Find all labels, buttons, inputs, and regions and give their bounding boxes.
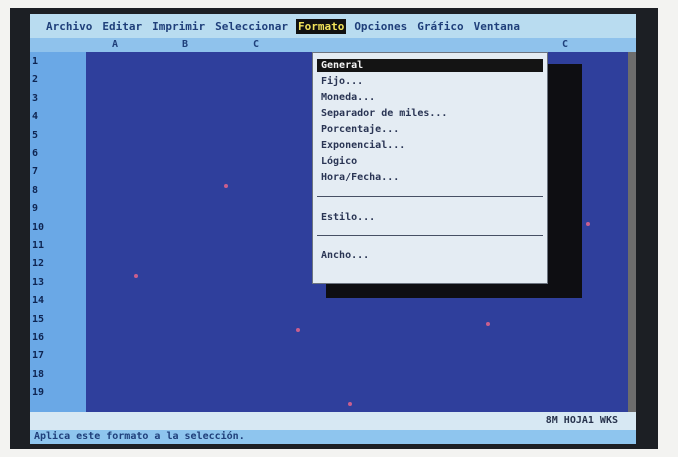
cell-dot (348, 402, 352, 406)
row-number[interactable]: 1 (32, 56, 38, 67)
menu-item-fixed[interactable]: Fijo... (317, 75, 543, 88)
row-number[interactable]: 5 (32, 130, 38, 141)
menu-item-style[interactable]: Estilo... (317, 211, 543, 224)
menu-imprimir[interactable]: Imprimir (150, 19, 207, 34)
menu-editar[interactable]: Editar (100, 19, 144, 34)
row-number[interactable]: 2 (32, 74, 38, 85)
status-bar: 8M HOJA1 WKS (30, 412, 636, 430)
column-a-label[interactable]: A (112, 39, 118, 50)
message-bar: Aplica este formato a la selección. (30, 430, 636, 444)
menu-gr-fico[interactable]: Gráfico (415, 19, 465, 34)
menu-opciones[interactable]: Opciones (352, 19, 409, 34)
row-number[interactable]: 10 (32, 222, 44, 233)
menu-item-exponential[interactable]: Exponencial... (317, 139, 543, 152)
row-header: 1 2 3 4 5 6 7 8 9 10 11 12 13 14 15 16 17 18 19 (30, 52, 86, 412)
format-dropdown: General Fijo... Moneda... Separador de m… (312, 52, 548, 284)
menu-item-time-date[interactable]: Hora/Fecha... (317, 171, 543, 184)
column-c-label-right[interactable]: C (562, 39, 568, 50)
menu-item-width[interactable]: Ancho... (317, 249, 543, 262)
row-number[interactable]: 13 (32, 277, 44, 288)
menu-seleccionar[interactable]: Seleccionar (213, 19, 290, 34)
menu-item-currency[interactable]: Moneda... (317, 91, 543, 104)
status-text: 8M HOJA1 WKS (545, 415, 618, 426)
row-number[interactable]: 15 (32, 314, 44, 325)
row-number[interactable]: 3 (32, 93, 38, 104)
row-number[interactable]: 14 (32, 295, 44, 306)
vertical-scrollbar[interactable] (628, 52, 636, 412)
menu-archivo[interactable]: Archivo (44, 19, 94, 34)
row-number[interactable]: 18 (32, 369, 44, 380)
row-number[interactable]: 4 (32, 111, 38, 122)
menu-formato[interactable]: Formato (295, 18, 347, 34)
row-number[interactable]: 17 (32, 350, 44, 361)
row-number[interactable]: 19 (32, 387, 44, 398)
row-number[interactable]: 12 (32, 258, 44, 269)
photo-frame: Archivo Editar Imprimir Seleccionar Formato O… (10, 8, 658, 449)
column-c-label[interactable]: C (253, 39, 259, 50)
column-header: A B C C (30, 38, 636, 53)
column-b-label[interactable]: B (182, 39, 188, 50)
cell-dot (586, 222, 590, 226)
menu-item-logical[interactable]: Lógico (317, 155, 543, 168)
menu-item-thousands-separator[interactable]: Separador de miles... (317, 107, 543, 120)
message-text: Aplica este formato a la selección. (34, 431, 245, 442)
row-number[interactable]: 11 (32, 240, 44, 251)
cell-dot (296, 328, 300, 332)
cell-dot (224, 184, 228, 188)
row-number[interactable]: 8 (32, 185, 38, 196)
menu-separator (317, 235, 543, 236)
menu-item-general[interactable]: General (317, 59, 543, 72)
menubar: Archivo Editar Imprimir Seleccionar Formato O… (30, 14, 636, 38)
screen: Archivo Editar Imprimir Seleccionar Formato O… (30, 14, 636, 444)
menu-separator (317, 196, 543, 197)
row-number[interactable]: 9 (32, 203, 38, 214)
menu-ventana[interactable]: Ventana (472, 19, 522, 34)
row-number[interactable]: 7 (32, 166, 38, 177)
cell-dot (134, 274, 138, 278)
menu-item-percentage[interactable]: Porcentaje... (317, 123, 543, 136)
row-number[interactable]: 6 (32, 148, 38, 159)
cell-dot (486, 322, 490, 326)
row-number[interactable]: 16 (32, 332, 44, 343)
